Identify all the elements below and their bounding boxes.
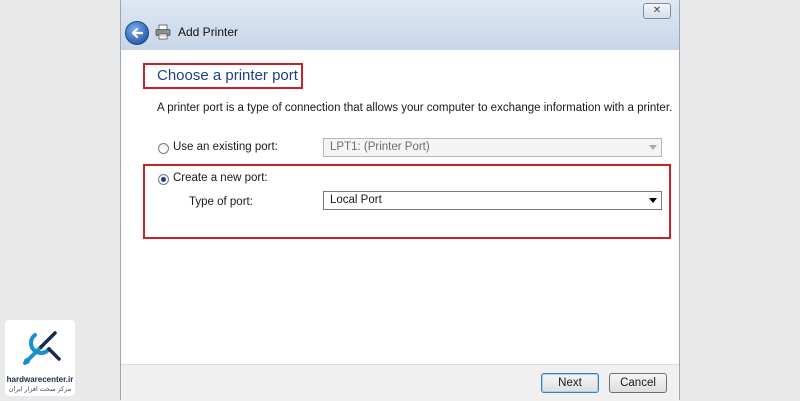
add-printer-window: ✕ Add Printer Choose a printer port A pr…	[120, 0, 680, 401]
port-type-value: Local Port	[330, 194, 382, 206]
watermark-tagline: مرکز سخت افزار ایران	[8, 386, 72, 393]
chevron-down-icon	[649, 145, 657, 150]
watermark-logo: hardwarecenter.ir مرکز سخت افزار ایران	[5, 320, 75, 396]
wizard-content: Choose a printer port A printer port is …	[121, 50, 679, 364]
existing-port-select[interactable]: LPT1: (Printer Port)	[323, 138, 662, 157]
back-arrow-icon	[131, 27, 144, 39]
page-description: A printer port is a type of connection t…	[157, 102, 673, 114]
close-button[interactable]: ✕	[643, 3, 671, 19]
existing-port-label[interactable]: Use an existing port:	[173, 141, 278, 153]
port-type-label: Type of port:	[189, 196, 253, 208]
watermark-site: hardwarecenter.ir	[6, 375, 74, 384]
page-title: Choose a printer port	[157, 67, 298, 84]
existing-port-radio[interactable]	[158, 143, 169, 154]
close-icon: ✕	[652, 5, 662, 16]
new-port-radio[interactable]	[158, 174, 169, 185]
chevron-down-icon	[649, 198, 657, 203]
existing-port-value: LPT1: (Printer Port)	[330, 141, 430, 153]
printer-icon	[155, 24, 171, 40]
window-title: Add Printer	[178, 25, 239, 39]
port-type-select[interactable]: Local Port	[323, 191, 662, 210]
wizard-footer: Next Cancel	[121, 364, 679, 401]
next-button[interactable]: Next	[541, 373, 599, 393]
cancel-button[interactable]: Cancel	[609, 373, 667, 393]
new-port-label[interactable]: Create a new port:	[173, 172, 268, 184]
back-button[interactable]	[125, 21, 149, 45]
wrench-logo-icon	[23, 331, 61, 365]
title-bar: ✕ Add Printer	[121, 0, 679, 50]
